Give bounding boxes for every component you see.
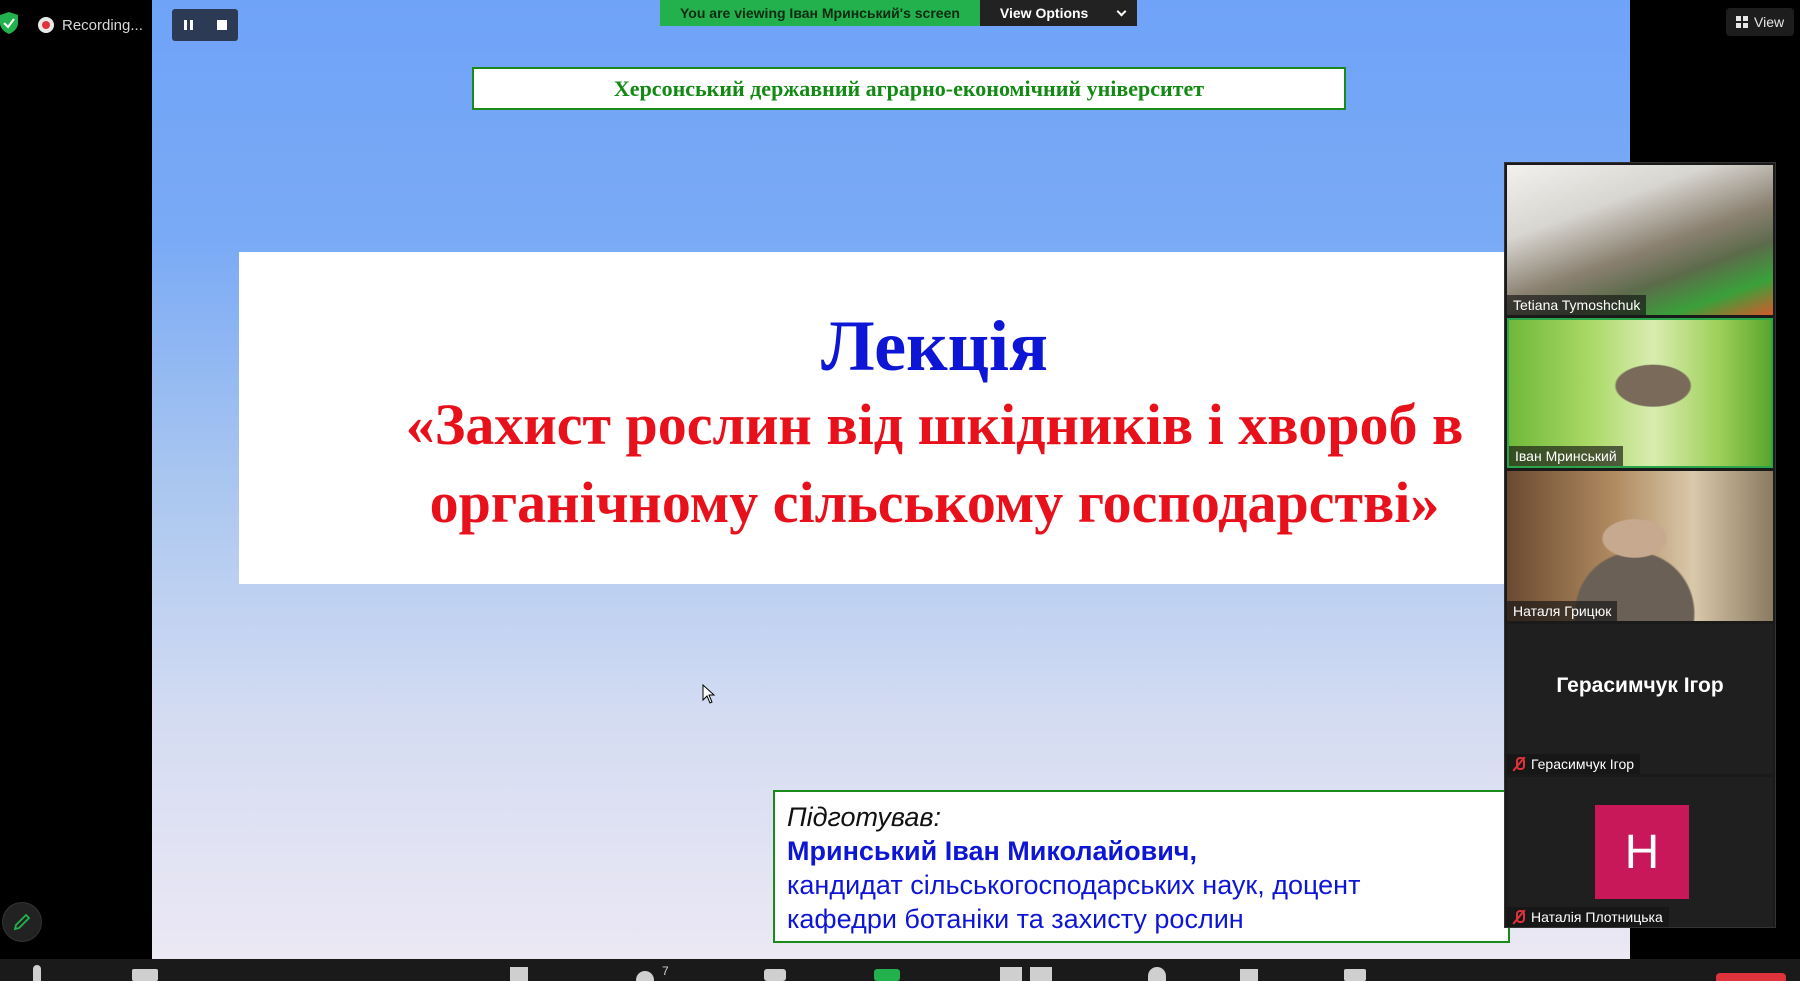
- participant-name: Іван Мринський: [1509, 446, 1623, 466]
- end-meeting-button[interactable]: [1716, 973, 1786, 981]
- stop-recording-button[interactable]: [210, 13, 234, 37]
- participant-name: Tetiana Tymoshchuk: [1507, 295, 1647, 315]
- participants-icon[interactable]: [636, 971, 654, 981]
- share-screen-icon[interactable]: [874, 969, 900, 981]
- record-icon: [38, 17, 54, 33]
- microphone-icon[interactable]: [33, 965, 41, 981]
- annotate-button[interactable]: [2, 902, 42, 942]
- pause-icon: [184, 20, 193, 30]
- participant-tile[interactable]: Tetiana Tymoshchuk: [1507, 165, 1773, 315]
- viewing-screen-text: You are viewing Іван Мринський's screen: [660, 0, 980, 26]
- prepared-by-label: Підготував:: [787, 802, 942, 832]
- view-options-button[interactable]: View Options: [979, 0, 1138, 26]
- viewing-screen-banner: You are viewing Іван Мринський's screen …: [660, 0, 1138, 26]
- participant-tile[interactable]: H Наталія Плотницька: [1507, 777, 1773, 927]
- participant-display-name: Герасимчук Ігор: [1556, 674, 1724, 697]
- mic-muted-icon: [1513, 757, 1525, 771]
- author-info-box: Підготував: Мринський Іван Миколайович, …: [773, 790, 1510, 943]
- author-position-line2: кафедри ботаніки та захисту рослин: [787, 904, 1244, 934]
- grid-view-icon: [1736, 16, 1748, 28]
- security-icon[interactable]: [510, 967, 528, 981]
- participant-name: Наталя Грицюк: [1507, 601, 1618, 621]
- chat-icon[interactable]: [764, 969, 786, 981]
- mic-muted-icon: [1513, 910, 1525, 924]
- view-layout-button[interactable]: View: [1726, 8, 1795, 36]
- whiteboard-icon[interactable]: [1344, 969, 1366, 981]
- participant-name: Герасимчук Ігор: [1507, 754, 1641, 774]
- participant-tile[interactable]: Наталя Грицюк: [1507, 471, 1773, 621]
- author-position-line1: кандидат сільськогосподарських наук, доц…: [787, 870, 1361, 900]
- pencil-icon: [13, 913, 31, 931]
- recording-controls: [172, 9, 238, 41]
- lecture-subtitle: «Захист рослин від шкідників і хвороб в …: [405, 392, 1464, 535]
- pause-recording-button[interactable]: [177, 13, 201, 37]
- view-options-label: View Options: [999, 5, 1089, 21]
- avatar: H: [1595, 805, 1689, 899]
- record-toolbar-icon[interactable]: [1000, 967, 1022, 981]
- meeting-toolbar: 7: [0, 959, 1800, 981]
- camera-icon[interactable]: [132, 969, 158, 981]
- shared-screen-slide: Херсонський державний аграрно-економічни…: [152, 0, 1630, 959]
- university-name: Херсонський державний аграрно-економічни…: [472, 67, 1346, 110]
- stop-icon: [216, 20, 227, 30]
- participants-video-panel: Tetiana Tymoshchuk Іван Мринський Наталя…: [1504, 162, 1776, 928]
- participant-tile-active-speaker[interactable]: Іван Мринський: [1507, 318, 1773, 468]
- lecture-title-box: Лекція «Захист рослин від шкідників і хв…: [239, 252, 1630, 584]
- pause-toolbar-icon[interactable]: [1030, 967, 1052, 981]
- reactions-icon[interactable]: [1148, 967, 1166, 981]
- view-layout-label: View: [1754, 14, 1785, 30]
- participant-name: Наталія Плотницька: [1507, 907, 1669, 927]
- participants-count: 7: [662, 964, 669, 978]
- recording-indicator: Recording...: [38, 10, 143, 40]
- lecture-title: Лекція: [820, 306, 1049, 386]
- participant-tile[interactable]: Герасимчук Ігор Герасимчук Ігор: [1507, 624, 1773, 774]
- shield-check-icon[interactable]: [0, 12, 18, 34]
- mouse-cursor-icon: [702, 684, 716, 704]
- chevron-down-icon: [1116, 6, 1127, 16]
- apps-icon[interactable]: [1240, 969, 1258, 981]
- author-name: Мринський Іван Миколайович,: [787, 836, 1197, 866]
- recording-label: Recording...: [62, 16, 143, 34]
